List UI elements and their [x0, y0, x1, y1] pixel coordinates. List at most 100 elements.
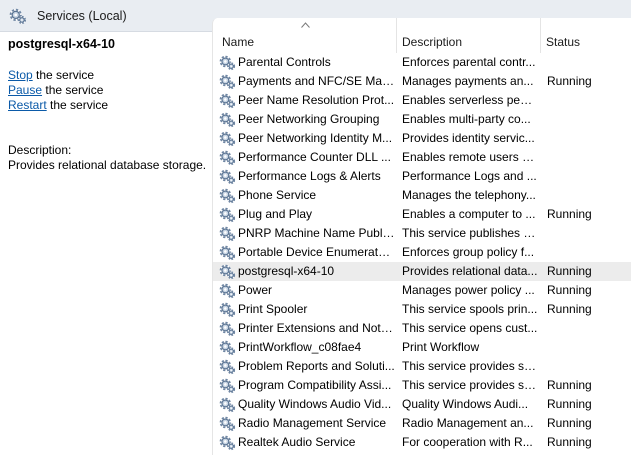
table-row[interactable]: Print Spooler This service spools prin...…: [213, 300, 631, 319]
service-description-cell: Performance Logs and ...: [402, 169, 537, 183]
service-status-cell: Running: [547, 397, 592, 411]
service-description-cell: Manages the telephony...: [402, 188, 536, 202]
service-name-cell: Phone Service: [238, 188, 317, 202]
table-row[interactable]: Payments and NFC/SE Man... Manages paymen…: [213, 72, 631, 91]
gear-icon: [219, 396, 236, 413]
gear-icon: [219, 244, 236, 261]
services-list[interactable]: Name Description Status Parental Control…: [212, 18, 631, 455]
stop-action: Stop the service: [8, 68, 94, 82]
gear-icon: [219, 206, 236, 223]
service-name-cell: Program Compatibility Assi...: [238, 378, 392, 392]
service-name-cell: PrintWorkflow_c08fae4: [238, 340, 362, 354]
gear-icon: [219, 54, 236, 71]
table-row[interactable]: postgresql-x64-10 Provides relational dat…: [213, 262, 631, 281]
table-row[interactable]: Problem Reports and Soluti... This servic…: [213, 357, 631, 376]
pause-action: Pause the service: [8, 83, 103, 97]
service-status-cell: Running: [547, 416, 592, 430]
gear-icon: [219, 358, 236, 375]
list-header: Name Description Status: [213, 18, 631, 53]
table-row[interactable]: Parental Controls Enforces parental contr…: [213, 53, 631, 72]
description-label: Description:: [8, 143, 72, 157]
column-header-name[interactable]: Name: [222, 35, 254, 49]
service-status-cell: Running: [547, 207, 592, 221]
gear-icon: [219, 339, 236, 356]
service-description-cell: Enables remote users a...: [402, 150, 538, 164]
table-row[interactable]: Realtek Audio Service For cooperation wit…: [213, 433, 631, 452]
service-description-cell: Enables multi-party co...: [402, 112, 531, 126]
column-header-description[interactable]: Description: [402, 35, 462, 49]
pause-action-text: the service: [42, 83, 104, 97]
service-name-cell: Plug and Play: [238, 207, 313, 221]
service-name-cell: Peer Networking Identity M...: [238, 131, 393, 145]
gear-icon: [219, 415, 236, 432]
service-description-cell: This service opens cust...: [402, 321, 538, 335]
pause-link[interactable]: Pause: [8, 83, 42, 97]
service-name-cell: Peer Name Resolution Prot...: [238, 93, 395, 107]
service-name-cell: Parental Controls: [238, 55, 331, 69]
table-row[interactable]: Portable Device Enumerator... Enforces gr…: [213, 243, 631, 262]
service-name-cell: Realtek Audio Service: [238, 435, 356, 449]
service-name-cell: Performance Logs & Alerts: [238, 169, 381, 183]
service-description-cell: Radio Management an...: [402, 416, 534, 430]
service-name-cell: Portable Device Enumerator...: [238, 245, 395, 259]
service-status-cell: Running: [547, 435, 592, 449]
service-description-cell: Quality Windows Audi...: [402, 397, 529, 411]
service-name-cell: postgresql-x64-10: [238, 264, 335, 278]
extended-pane: postgresql-x64-10 Stop the service Pause…: [0, 32, 212, 455]
gear-icon: [219, 149, 236, 166]
column-divider[interactable]: [396, 18, 397, 53]
restart-link[interactable]: Restart: [8, 98, 47, 112]
table-row[interactable]: Peer Networking Grouping Enables multi-pa…: [213, 110, 631, 129]
gear-icon: [219, 263, 236, 280]
restart-action-text: the service: [46, 98, 109, 112]
service-name-cell: Payments and NFC/SE Man...: [238, 74, 395, 88]
service-name-cell: Printer Extensions and Notif...: [238, 321, 395, 335]
stop-link[interactable]: Stop: [8, 68, 33, 82]
service-description-cell: This service publishes a...: [402, 226, 538, 240]
gear-icon: [219, 130, 236, 147]
table-row[interactable]: PNRP Machine Name Publi... This service p…: [213, 224, 631, 243]
service-name-cell: Radio Management Service: [238, 416, 387, 430]
service-name-cell: Problem Reports and Soluti...: [238, 359, 395, 373]
service-status-cell: Running: [547, 378, 592, 392]
service-description-cell: Provides relational data...: [402, 264, 538, 278]
gear-icon: [219, 225, 236, 242]
gear-icon: [219, 320, 236, 337]
gear-icon: [219, 92, 236, 109]
gear-icon: [219, 73, 236, 90]
table-row[interactable]: Power Manages power policy ... Running: [213, 281, 631, 300]
table-row[interactable]: Printer Extensions and Notif... This serv…: [213, 319, 631, 338]
gear-icon: [219, 434, 236, 451]
restart-action: Restart the service: [8, 98, 108, 112]
service-name-cell: PNRP Machine Name Publi...: [238, 226, 395, 240]
service-description-cell: This service provides su...: [402, 359, 538, 373]
description-text: Provides relational database storage.: [8, 158, 207, 172]
service-name-cell: Performance Counter DLL ...: [238, 150, 391, 164]
service-description-cell: Print Workflow: [402, 340, 480, 354]
table-row[interactable]: Peer Networking Identity M... Provides id…: [213, 129, 631, 148]
table-row[interactable]: Phone Service Manages the telephony...: [213, 186, 631, 205]
service-description-cell: Enforces group policy f...: [402, 245, 535, 259]
sort-ascending-icon: [301, 22, 310, 28]
service-name-cell: Quality Windows Audio Vid...: [238, 397, 392, 411]
column-header-status[interactable]: Status: [546, 35, 580, 49]
gear-icon: [219, 377, 236, 394]
service-status-cell: Running: [547, 264, 592, 278]
table-row[interactable]: Program Compatibility Assi... This servic…: [213, 376, 631, 395]
table-row[interactable]: Plug and Play Enables a computer to ... Ru…: [213, 205, 631, 224]
gear-icon: [219, 111, 236, 128]
table-row[interactable]: Peer Name Resolution Prot... Enables serv…: [213, 91, 631, 110]
table-row[interactable]: Performance Logs & Alerts Performance Log…: [213, 167, 631, 186]
table-row[interactable]: Radio Management Service Radio Management…: [213, 414, 631, 433]
column-divider[interactable]: [540, 18, 541, 53]
service-description-cell: This service provides su...: [402, 378, 538, 392]
service-description-cell: This service spools prin...: [402, 302, 538, 316]
table-row[interactable]: PrintWorkflow_c08fae4 Print Workflow: [213, 338, 631, 357]
service-description-cell: For cooperation with R...: [402, 435, 533, 449]
service-description-cell: Manages payments an...: [402, 74, 534, 88]
table-row[interactable]: Quality Windows Audio Vid... Quality Wind…: [213, 395, 631, 414]
gear-icon: [219, 187, 236, 204]
service-status-cell: Running: [547, 302, 592, 316]
table-row[interactable]: Performance Counter DLL ... Enables remot…: [213, 148, 631, 167]
service-name-cell: Power: [238, 283, 273, 297]
